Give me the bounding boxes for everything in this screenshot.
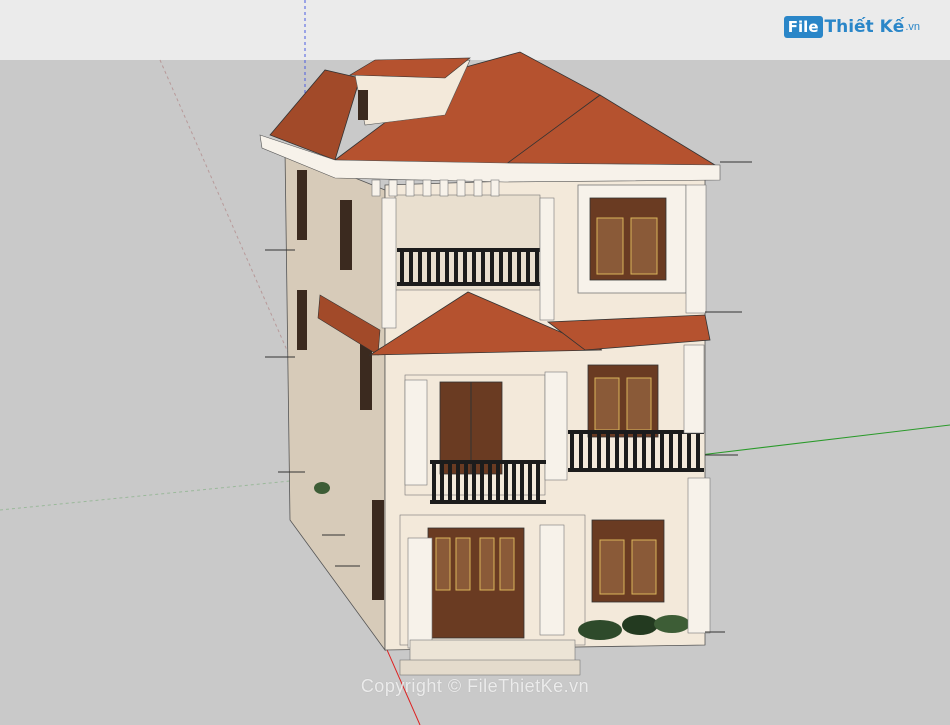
file-thiet-ke-logo-icon[interactable]: File Thiết Kế .vn <box>783 14 920 40</box>
shrub <box>578 620 622 640</box>
shrub <box>622 615 658 635</box>
red-axis-dashed-line <box>159 59 301 381</box>
green-axis-dashed-line <box>0 479 301 511</box>
shrub <box>314 482 330 494</box>
entrance-steps <box>409 639 576 663</box>
green-axis-line <box>699 424 950 456</box>
logo-badge: File <box>783 16 823 38</box>
logo-text: Thiết Kế <box>824 17 905 37</box>
copyright-watermark: Copyright © FileThietKe.vn <box>360 676 590 696</box>
logo-tld: .vn <box>905 21 920 33</box>
shrub <box>654 615 690 633</box>
house-model-icon[interactable] <box>0 0 950 725</box>
sketchup-viewport[interactable]: File Thiết Kế .vn Copyright © FileThietK… <box>0 0 950 725</box>
